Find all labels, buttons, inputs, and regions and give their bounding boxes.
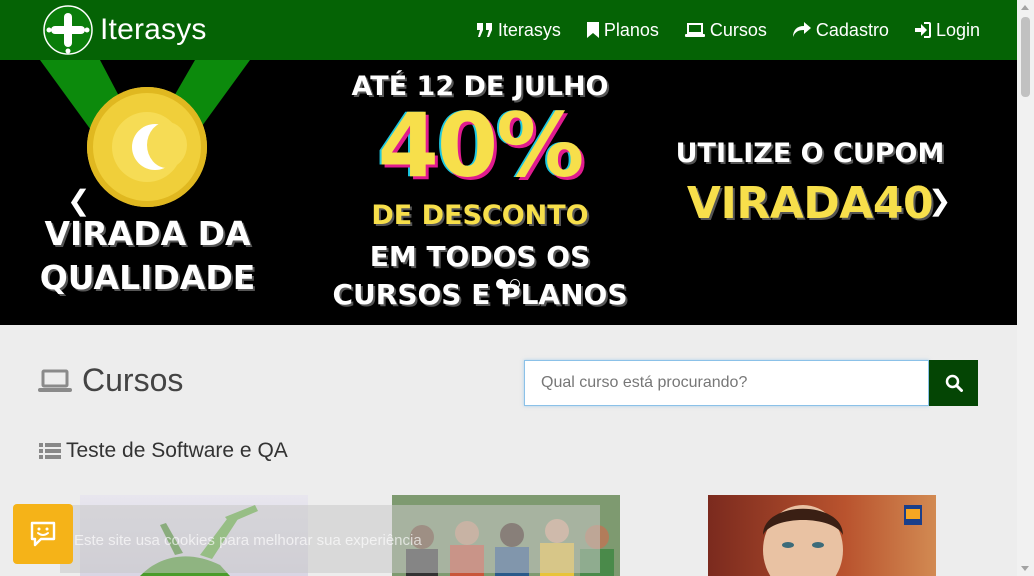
banner-offer-line2: CURSOS E PLANOS bbox=[332, 278, 628, 311]
search-icon bbox=[945, 374, 963, 392]
nav-label: Cadastro bbox=[815, 19, 889, 40]
cookie-notice: Este site usa cookies para melhorar sua … bbox=[60, 505, 600, 573]
promo-carousel[interactable]: VIRADA DA QUALIDADE ATÉ 12 DE JULHO 40% … bbox=[0, 60, 1017, 325]
category-title: Teste de Software e QA bbox=[66, 439, 288, 462]
page-scrollbar[interactable] bbox=[1017, 0, 1034, 576]
banner-percent: 40% bbox=[377, 94, 585, 197]
category-heading: Teste de Software e QA bbox=[39, 439, 288, 463]
quote-icon bbox=[476, 23, 492, 37]
brand-name: Iterasys bbox=[100, 13, 207, 46]
nav-label: Iterasys bbox=[497, 19, 561, 40]
carousel-next-icon[interactable]: ❯ bbox=[928, 184, 951, 217]
banner-left-text: VIRADA DA QUALIDADE bbox=[30, 212, 265, 300]
main-nav: Iterasys Planos Cursos Cadastro Login bbox=[451, 0, 980, 60]
scroll-up-icon[interactable] bbox=[1021, 5, 1029, 10]
carousel-dot-2[interactable] bbox=[510, 279, 520, 289]
medal-icon bbox=[87, 87, 207, 207]
nav-item-login[interactable]: Login bbox=[914, 19, 980, 41]
banner-left-line1: VIRADA DA bbox=[44, 214, 251, 253]
laptop-icon bbox=[38, 369, 72, 392]
scroll-down-icon[interactable] bbox=[1021, 566, 1029, 571]
courses-heading: Cursos bbox=[38, 362, 183, 399]
scroll-thumb[interactable] bbox=[1021, 17, 1030, 97]
nav-item-iterasys[interactable]: Iterasys bbox=[476, 19, 561, 41]
cross-logo-icon bbox=[43, 5, 93, 55]
nav-label: Planos bbox=[603, 19, 659, 40]
nav-item-cadastro[interactable]: Cadastro bbox=[792, 19, 889, 41]
banner-discount: DE DESCONTO bbox=[371, 200, 589, 231]
bookmark-icon bbox=[586, 22, 599, 38]
nav-label: Cursos bbox=[709, 19, 767, 40]
carousel-prev-icon[interactable]: ❮ bbox=[67, 184, 90, 217]
banner-left-line2: QUALIDADE bbox=[39, 258, 256, 297]
list-icon bbox=[39, 443, 61, 459]
chat-smile-icon bbox=[30, 521, 56, 547]
course-search bbox=[524, 360, 978, 406]
courses-title: Cursos bbox=[82, 362, 184, 398]
chat-button[interactable] bbox=[13, 504, 73, 564]
laptop-icon bbox=[684, 23, 705, 37]
banner-coupon: VIRADA40 bbox=[686, 178, 934, 229]
sign-in-icon bbox=[914, 22, 931, 38]
banner-offer-line1: EM TODOS OS bbox=[369, 240, 591, 273]
search-input[interactable] bbox=[524, 360, 929, 406]
search-button[interactable] bbox=[929, 360, 978, 406]
nav-item-planos[interactable]: Planos bbox=[586, 19, 659, 41]
share-arrow-icon bbox=[792, 22, 811, 37]
carousel-dot-1[interactable] bbox=[496, 279, 506, 289]
course-card[interactable] bbox=[708, 495, 936, 576]
brand[interactable]: Iterasys bbox=[43, 5, 207, 55]
cookie-text: Este site usa cookies para melhorar sua … bbox=[74, 532, 422, 549]
banner-offer: EM TODOS OS CURSOS E PLANOS bbox=[325, 238, 635, 314]
nav-label: Login bbox=[935, 19, 980, 40]
nav-item-cursos[interactable]: Cursos bbox=[684, 19, 767, 41]
carousel-indicators bbox=[496, 279, 524, 289]
banner-utilize: UTILIZE O CUPOM bbox=[675, 138, 945, 169]
woman-image bbox=[763, 505, 922, 576]
top-navbar: Iterasys Iterasys Planos Cursos Cadastro… bbox=[0, 0, 1017, 60]
